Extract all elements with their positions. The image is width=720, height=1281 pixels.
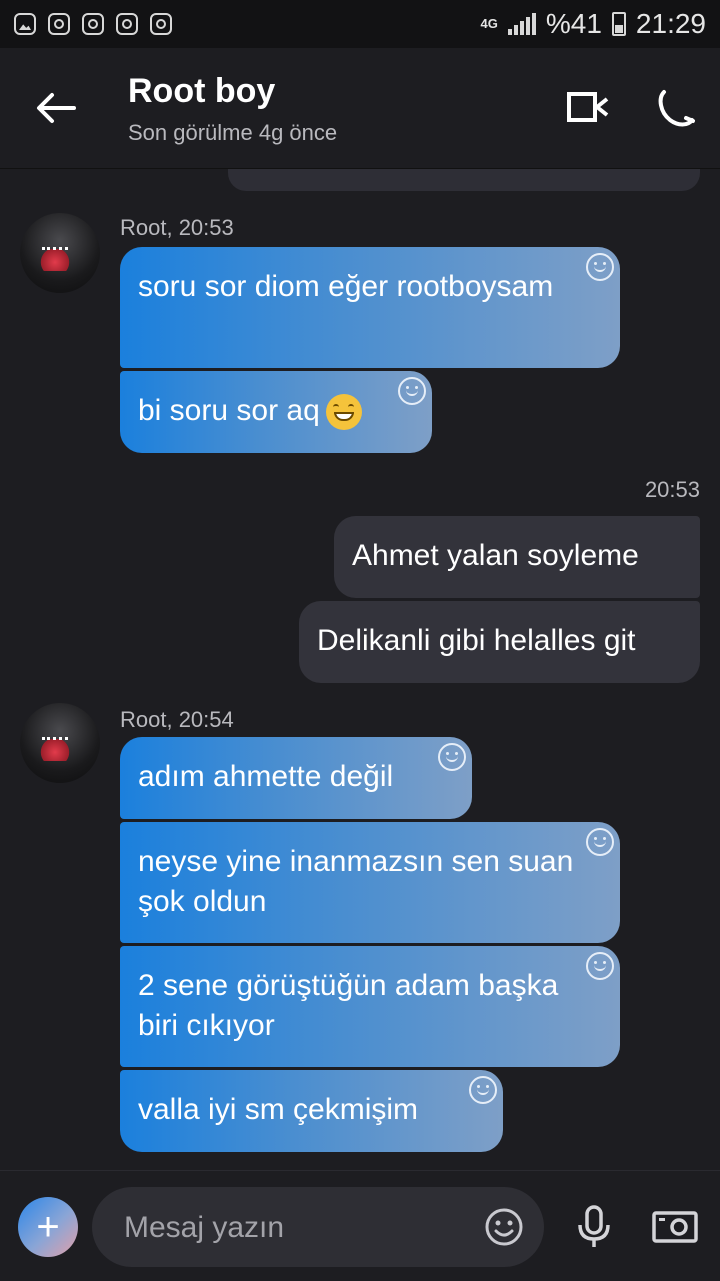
instagram-icon — [116, 13, 138, 35]
battery-icon — [611, 12, 626, 36]
grinning-emoji-icon — [325, 394, 362, 431]
message-text: soru sor diom eğer rootboysam — [138, 270, 554, 303]
message-meta: Root, 20:54 — [120, 707, 234, 732]
message-text: Delikanli gibi helalles git — [317, 624, 636, 657]
react-emoji-icon[interactable] — [586, 253, 614, 281]
emoji-icon[interactable] — [484, 1207, 524, 1247]
instagram-icon — [48, 13, 70, 35]
signal-icon — [507, 13, 536, 35]
contact-name[interactable]: Root boy — [128, 72, 275, 111]
instagram-icon — [82, 13, 104, 35]
back-arrow-icon[interactable] — [34, 86, 78, 130]
incoming-message[interactable]: neyse yine inanmazsın sen suan şok oldun — [120, 822, 620, 943]
network-type: 4G — [480, 16, 498, 31]
message-text: 2 sene görüştüğün adam başka biri cıkıyo… — [138, 969, 559, 1042]
message-composer: + — [0, 1170, 720, 1281]
react-emoji-icon[interactable] — [398, 377, 426, 405]
incoming-message[interactable]: 2 sene görüştüğün adam başka biri cıkıyo… — [120, 946, 620, 1067]
incoming-message[interactable]: soru sor diom eğer rootboysam — [120, 247, 620, 368]
camera-icon[interactable] — [652, 1209, 698, 1245]
react-emoji-icon[interactable] — [586, 828, 614, 856]
instagram-icon — [150, 13, 172, 35]
status-bar: 4G %41 21:29 — [0, 0, 720, 48]
chat-header: Root boy Son görülme 4g önce — [0, 48, 720, 169]
plus-icon: + — [36, 1204, 60, 1249]
message-input-container[interactable] — [92, 1187, 544, 1267]
message-text: valla iyi sm çekmişim — [138, 1093, 419, 1126]
incoming-message[interactable]: bi soru sor aq — [120, 371, 432, 453]
react-emoji-icon[interactable] — [469, 1076, 497, 1104]
avatar[interactable] — [20, 213, 100, 293]
last-seen: Son görülme 4g önce — [128, 120, 338, 145]
react-emoji-icon[interactable] — [438, 743, 466, 771]
video-call-icon[interactable] — [566, 90, 610, 124]
outgoing-message[interactable]: Delikanli gibi helalles git — [299, 601, 700, 683]
message-text: adım ahmette değil — [138, 760, 394, 793]
clock: 21:29 — [635, 8, 706, 39]
incoming-message[interactable]: adım ahmette değil — [120, 737, 472, 819]
message-input[interactable] — [122, 1207, 466, 1249]
message-text: neyse yine inanmazsın sen suan şok oldun — [138, 845, 574, 918]
message-time: 20:53 — [644, 477, 700, 502]
incoming-message[interactable]: valla iyi sm çekmişim — [120, 1070, 503, 1152]
battery-percent: %41 — [545, 8, 602, 39]
notification-icons — [14, 13, 172, 35]
previous-message-bubble[interactable] — [228, 169, 700, 191]
phone-call-icon[interactable] — [656, 88, 696, 128]
avatar[interactable] — [20, 703, 100, 783]
message-text: bi soru sor aq — [138, 394, 320, 427]
gallery-icon — [14, 13, 36, 35]
add-attachment-button[interactable]: + — [18, 1197, 78, 1257]
message-list[interactable]: Root, 20:53 soru sor diom eğer rootboysa… — [0, 169, 720, 1169]
outgoing-message[interactable]: Ahmet yalan soyleme — [334, 516, 700, 598]
react-emoji-icon[interactable] — [586, 952, 614, 980]
microphone-icon[interactable] — [576, 1205, 612, 1249]
message-meta: Root, 20:53 — [120, 215, 234, 240]
message-text: Ahmet yalan soyleme — [352, 539, 639, 572]
